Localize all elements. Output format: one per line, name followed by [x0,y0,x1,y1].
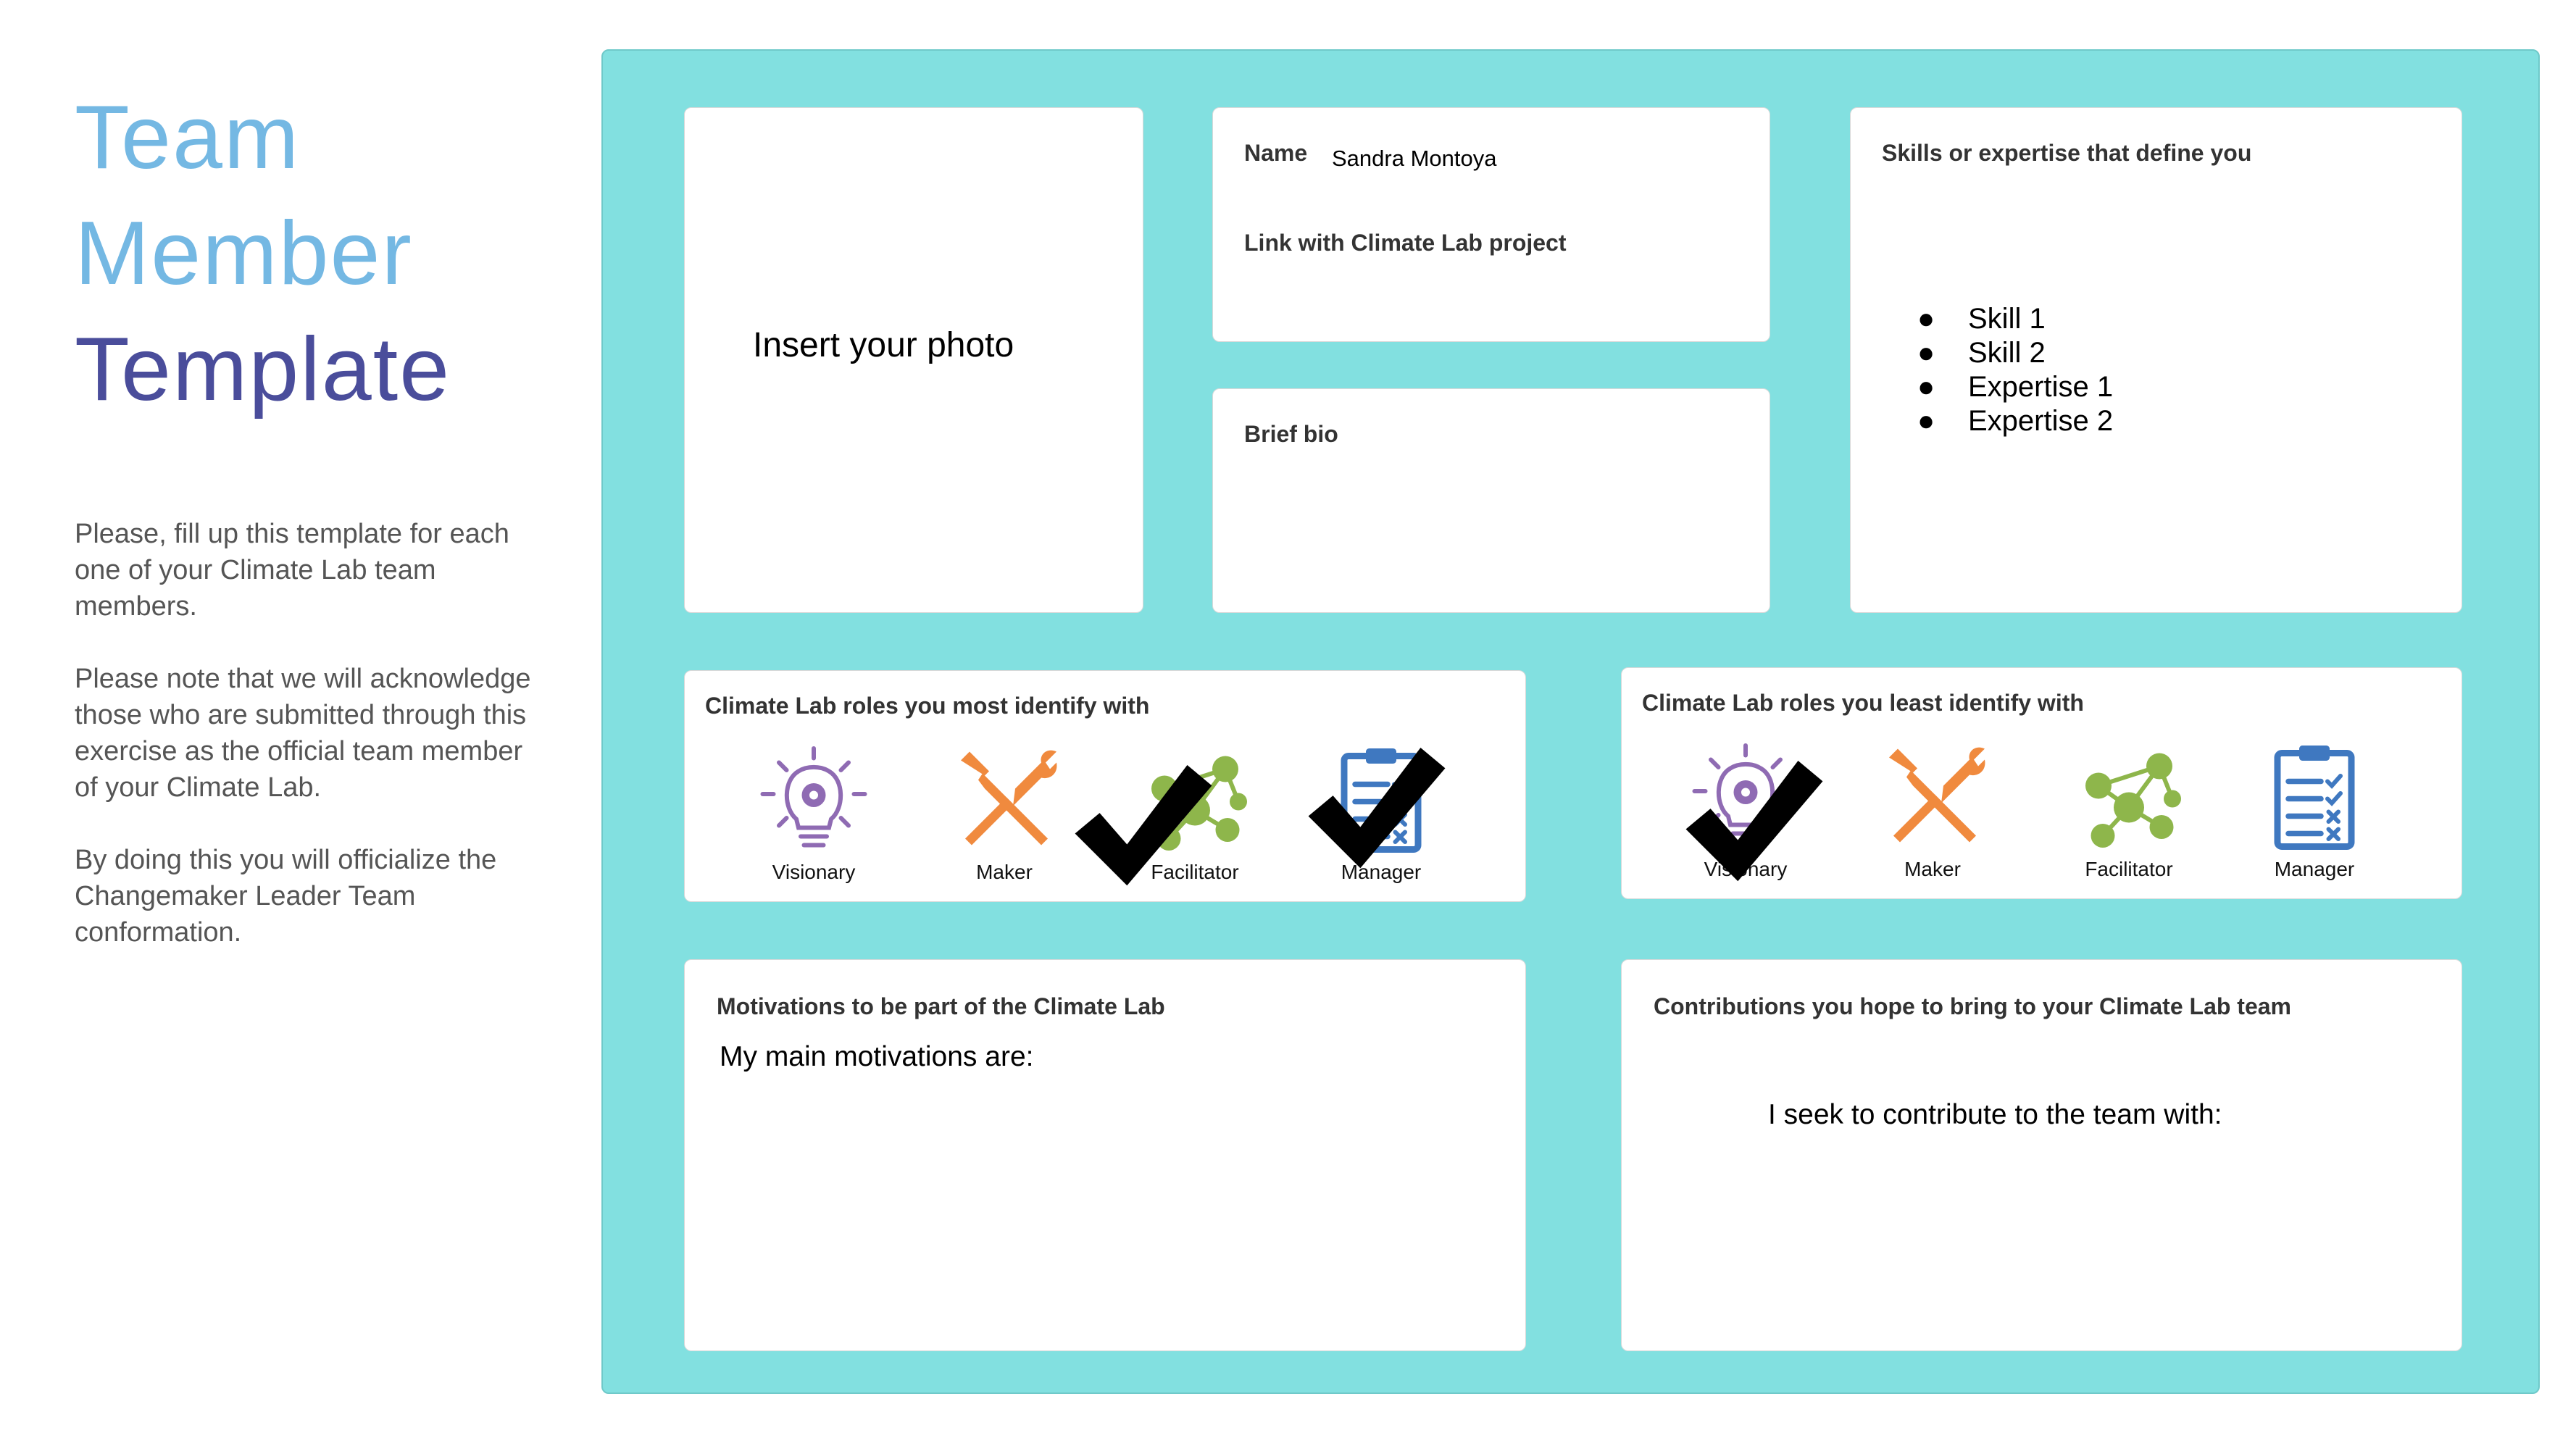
identity-card: Name Sandra Montoya Link with Climate La… [1212,107,1770,342]
role-facilitator[interactable]: Facilitator [2056,740,2201,896]
role-manager[interactable]: Manager [2242,740,2387,896]
name-field[interactable]: Sandra Montoya [1332,146,1496,172]
role-caption: Maker [1904,858,1961,880]
skills-list: ● Skill 1 ● Skill 2 ● Expertise 1 ● Expertis… [1917,302,2113,438]
photo-placeholder: Insert your photo [753,326,1014,364]
roles-most-label: Climate Lab roles you most identify with [705,693,1150,719]
skill-item: ● Skill 2 [1917,337,2046,369]
role-maker[interactable]: Maker [1860,740,2005,896]
photo-card[interactable]: Insert your photo [684,107,1143,613]
motivations-card[interactable]: Motivations to be part of the Climate La… [684,959,1526,1351]
instruction-paragraph: Please, fill up this template for each o… [75,519,509,622]
title-line-2: Member [75,204,413,304]
people-network-icon [2085,753,2181,848]
instructions: Please, fill up this template for each o… [75,516,538,987]
motivations-label: Motivations to be part of the Climate La… [717,993,1165,1019]
link-label: Link with Climate Lab project [1244,230,1567,256]
role-caption: Maker [976,861,1033,883]
instruction-paragraph: Please note that we will acknowledge tho… [75,664,531,803]
checkmark-icon [1685,761,1823,882]
role-visionary[interactable]: Visionary [741,743,886,899]
checkmark-icon [1308,748,1446,869]
template-board: Insert your photo Name Sandra Montoya Li… [601,49,2540,1394]
bio-card[interactable]: Brief bio [1212,388,1770,613]
bio-label: Brief bio [1244,421,1338,447]
roles-most-card: Climate Lab roles you most identify with… [684,670,1526,902]
contributions-card[interactable]: Contributions you hope to bring to your … [1621,959,2462,1351]
lightbulb-gear-icon [760,746,867,848]
wrench-screwdriver-icon [1889,747,1985,843]
instruction-paragraph: By doing this you will officialize the C… [75,845,497,948]
clipboard-checklist-icon [2274,746,2355,850]
wrench-screwdriver-icon [961,750,1057,845]
checkmark-icon [1075,765,1212,886]
role-caption: Manager [2274,858,2355,880]
contributions-label: Contributions you hope to bring to your … [1654,993,2291,1019]
contributions-text: I seek to contribute to the team with: [1768,1099,2222,1130]
skills-label: Skills or expertise that define you [1882,140,2252,166]
skill-item: ● Expertise 2 [1917,405,2114,437]
role-caption: Facilitator [2085,858,2173,880]
motivations-text: My main motivations are: [720,1041,1034,1072]
skills-card[interactable]: Skills or expertise that define you ● Ski… [1850,107,2462,613]
title-line-1: Team [75,88,301,188]
name-label: Name [1244,140,1308,166]
role-caption: Visionary [772,861,856,883]
roles-least-card: Climate Lab roles you least identify wit… [1621,667,2462,899]
skill-item: ● Expertise 1 [1917,371,2114,403]
roles-least-label: Climate Lab roles you least identify wit… [1642,690,2084,716]
title-line-3: Template [75,320,451,419]
skill-item: ● Skill 1 [1917,303,2046,335]
role-maker[interactable]: Maker [932,743,1077,899]
